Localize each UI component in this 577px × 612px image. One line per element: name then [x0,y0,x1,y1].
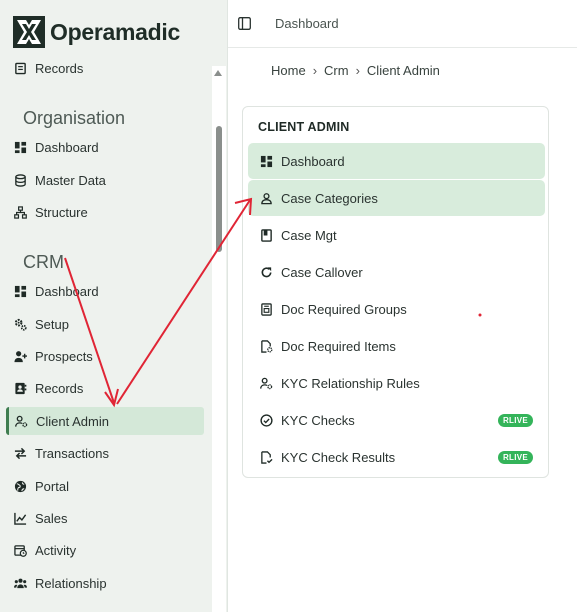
section-title-organisation: Organisation [23,108,126,128]
breadcrumb-client-admin: Client Admin [366,63,440,78]
breadcrumb-crm[interactable]: Crm [324,63,349,78]
user-plus-icon [13,349,27,363]
sidebar-item-label: Activity [35,542,77,558]
address-book-icon [13,381,27,395]
status-badge: RLIVE [497,451,533,464]
sidebar-item-label: Portal [35,478,69,494]
sidebar-item-structure[interactable]: Structure [6,198,204,226]
menu-item-case-categories[interactable]: Case Categories [248,180,545,216]
sidebar-item-prospects[interactable]: Prospects [6,342,204,370]
sidebar-toggle-icon[interactable] [238,17,251,30]
book-icon [259,228,273,242]
page-title: Dashboard [275,16,339,31]
sidebar-item-transactions[interactable]: Transactions [6,439,204,467]
menu-item-doc-required-groups[interactable]: Doc Required Groups [248,291,545,327]
users-icon [13,576,27,590]
sidebar: Operamadic Records Organisation Dashboar… [0,0,228,612]
sidebar-item-records[interactable]: Records [6,374,204,402]
menu-item-kyc-relationship-rules[interactable]: KYC Relationship Rules [248,365,545,401]
card-title: CLIENT ADMIN [258,120,350,134]
database-icon [13,173,27,187]
breadcrumb: Home › Crm › Client Admin [271,63,440,78]
menu-item-kyc-check-results[interactable]: KYC Check Results RLIVE [248,439,545,475]
menu-item-case-mgt[interactable]: Case Mgt [248,217,545,253]
sidebar-item-org-dashboard[interactable]: Dashboard [6,133,204,161]
menu-item-label: Case Categories [281,190,378,206]
file-group-icon [259,302,273,316]
sidebar-item-setup[interactable]: Setup [6,310,204,338]
cogs-icon [13,317,27,331]
dashboard-icon [13,284,27,298]
menu-item-doc-required-items[interactable]: Doc Required Items [248,328,545,364]
sidebar-item-label: Structure [35,204,88,220]
sidebar-item-label: Setup [35,316,69,332]
menu-item-label: Doc Required Groups [281,301,407,317]
sidebar-item-label: Dashboard [35,139,99,155]
menu-item-label: Doc Required Items [281,338,396,354]
brand-name: Operamadic [50,18,180,45]
section-title-crm: CRM [23,252,64,272]
menu-item-dashboard[interactable]: Dashboard [248,143,545,179]
sidebar-item-label: Relationship [35,575,107,591]
sidebar-item-crm-dashboard[interactable]: Dashboard [6,277,204,305]
top-bar: Dashboard [228,0,577,48]
menu-item-kyc-checks[interactable]: KYC Checks RLIVE [248,402,545,438]
sidebar-item-label: Master Data [35,172,106,188]
menu-item-label: KYC Check Results [281,449,396,465]
globe-icon [13,479,27,493]
dashboard-icon [259,154,273,168]
sidebar-item-activity[interactable]: Activity [6,536,204,564]
operamadic-logo-icon [13,16,45,48]
refresh-icon [259,265,273,279]
menu-item-label: KYC Relationship Rules [281,375,420,391]
chevron-right-icon: › [355,63,360,78]
menu-item-label: KYC Checks [281,412,355,428]
records-icon [13,61,27,75]
sidebar-item-client-admin[interactable]: Client Admin [6,407,204,435]
scrollbar-thumb[interactable] [216,126,222,252]
sidebar-item-records-partial[interactable]: Records [6,56,204,82]
file-check-icon [259,450,273,464]
chart-line-icon [13,511,27,525]
swap-icon [13,446,27,460]
sidebar-item-label: Prospects [35,348,93,364]
scroll-up-arrow-icon[interactable] [214,70,222,76]
brand-logo[interactable]: Operamadic [12,14,180,50]
file-gear-icon [259,339,273,353]
sidebar-scrollbar[interactable] [212,66,226,612]
menu-item-label: Case Callover [281,264,363,280]
status-badge: RLIVE [497,414,533,427]
check-circle-icon [259,413,273,427]
user-gear-icon [259,376,273,390]
hierarchy-icon [13,205,27,219]
sidebar-item-label: Sales [35,510,68,526]
sidebar-item-master-data[interactable]: Master Data [6,166,204,194]
sidebar-scroll-area[interactable]: Records Organisation Dashboard Master Da… [0,56,212,612]
sidebar-item-label: Records [35,60,84,76]
sidebar-item-sales[interactable]: Sales [6,504,204,532]
sidebar-item-label: Transactions [35,445,109,461]
user-gear-icon [14,414,28,428]
breadcrumb-home[interactable]: Home [271,63,306,78]
menu-item-label: Dashboard [281,153,345,169]
chevron-right-icon: › [312,63,318,78]
sidebar-item-portal[interactable]: Portal [6,472,204,500]
menu-item-case-callover[interactable]: Case Callover [248,254,545,290]
calendar-clock-icon [13,543,27,557]
sidebar-item-label: Records [35,380,84,396]
menu-item-label: Case Mgt [281,227,337,243]
sidebar-item-relationship[interactable]: Relationship [6,569,204,597]
sidebar-item-label: Client Admin [36,413,109,429]
client-admin-card: CLIENT ADMIN Dashboard Case Categories C… [242,106,549,478]
user-icon [259,191,273,205]
dashboard-icon [13,140,27,154]
sidebar-item-label: Dashboard [35,283,99,299]
